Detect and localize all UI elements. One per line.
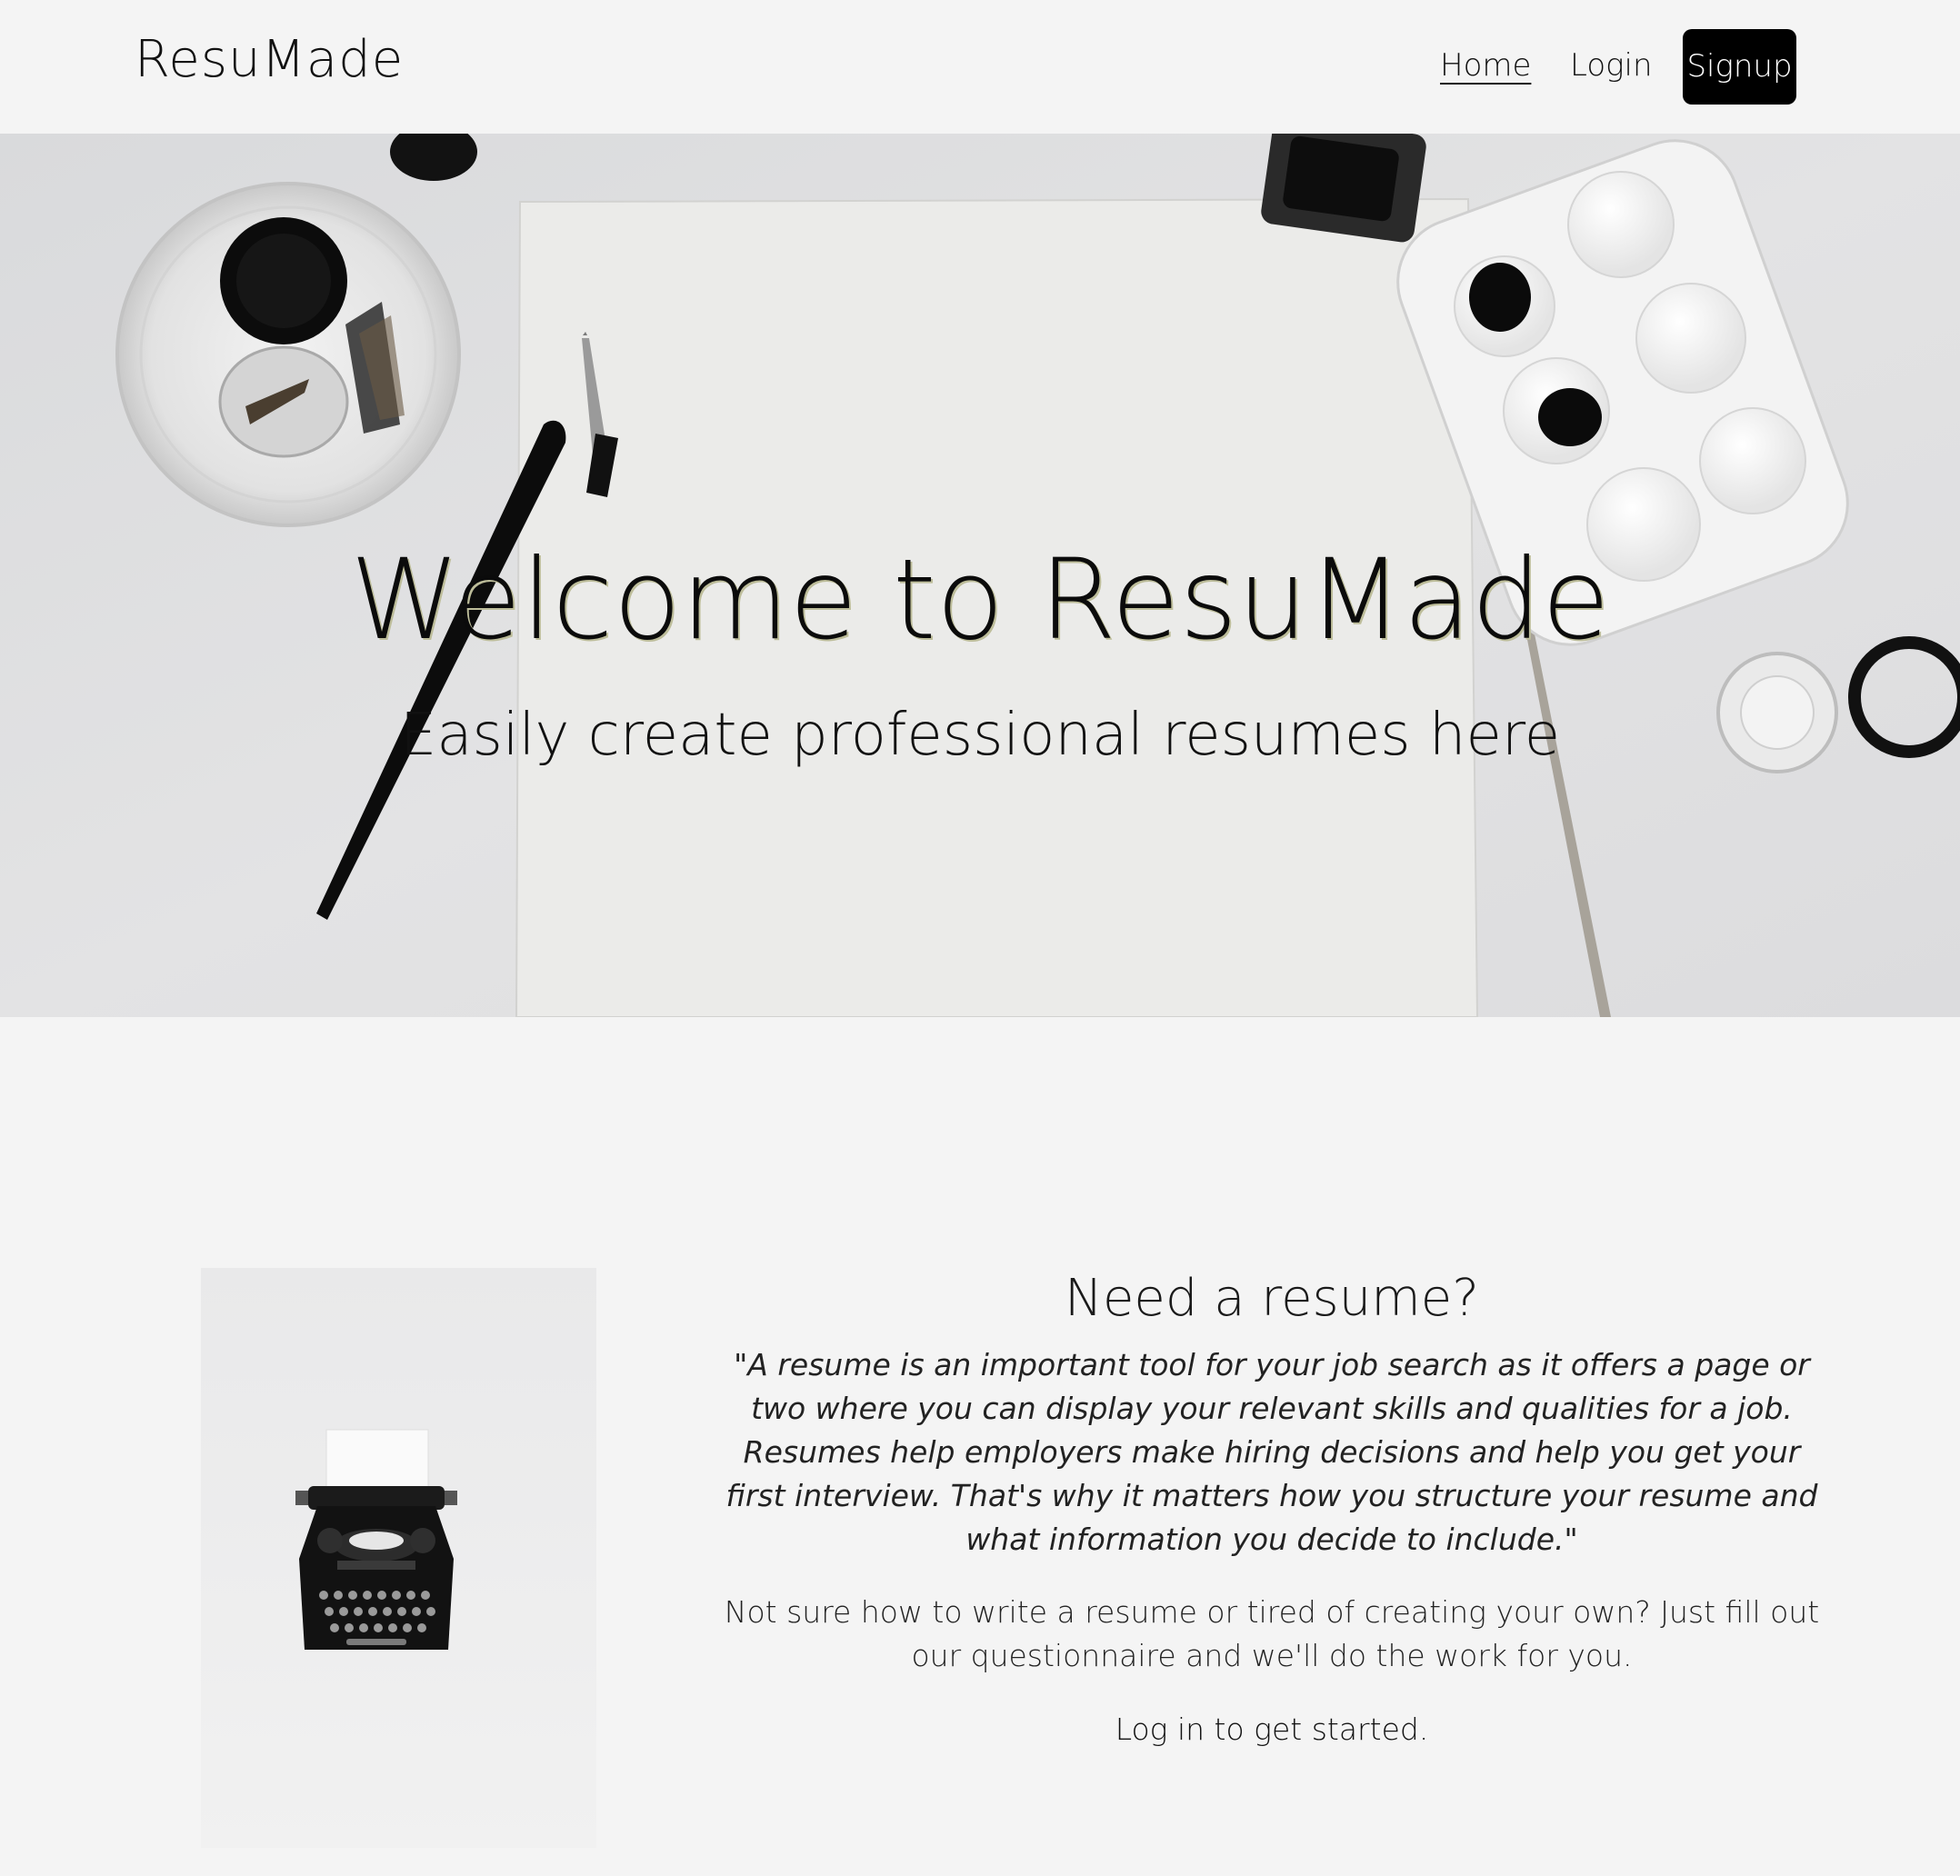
hero-subtitle: Easily create professional resumes here	[399, 702, 1561, 769]
brand-logo[interactable]: ResuMade	[135, 25, 404, 95]
signup-button[interactable]: Signup	[1683, 29, 1796, 105]
typewriter-image	[201, 1268, 596, 1848]
top-navbar: ResuMade Home Login Signup	[0, 0, 1960, 134]
about-description: Not sure how to write a resume or tired …	[724, 1594, 1820, 1673]
resume-quote: "A resume is an important tool for your …	[725, 1347, 1818, 1557]
hero-title: Welcome to ResuMade	[350, 535, 1610, 664]
hero-banner: Welcome to ResuMade Easily create profes…	[0, 134, 1960, 1017]
login-prompt: Log in to get started.	[1115, 1711, 1429, 1747]
nav-home-link[interactable]: Home	[1440, 44, 1531, 87]
nav-login-link[interactable]: Login	[1570, 44, 1653, 87]
about-heading: Need a resume?	[1065, 1269, 1479, 1328]
